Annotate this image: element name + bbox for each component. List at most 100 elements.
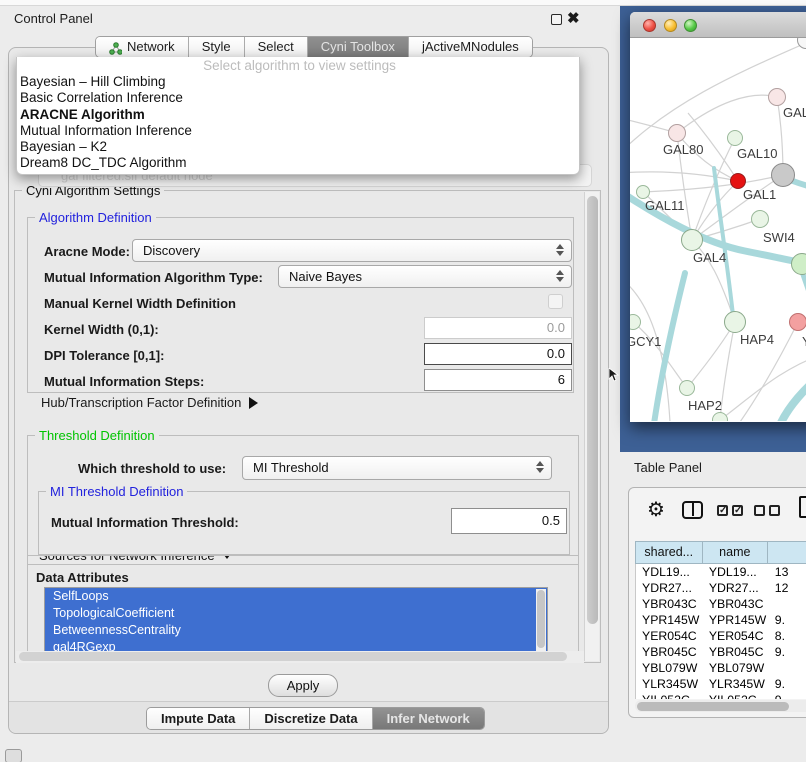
column-header-shared[interactable]: shared... <box>636 542 703 563</box>
table-row[interactable]: YLR345WYLR345W9. <box>636 676 806 692</box>
network-node[interactable] <box>712 412 728 421</box>
float-panel-icon[interactable] <box>551 14 562 25</box>
tab-infer-network[interactable]: Infer Network <box>372 708 484 729</box>
network-canvas[interactable]: GALGAL80GAL10GAL1GAL11GAL4SWI4GCY1HAP4YH… <box>630 38 806 421</box>
tab-network[interactable]: Network <box>96 37 188 57</box>
network-node[interactable] <box>681 229 703 251</box>
column-header-name[interactable]: name <box>703 542 769 563</box>
which-threshold-value: MI Threshold <box>253 460 329 475</box>
tab-select[interactable]: Select <box>244 37 307 57</box>
network-window-titlebar[interactable] <box>630 12 806 38</box>
network-node[interactable] <box>751 210 769 228</box>
mi-type-combo[interactable]: Naive Bayes <box>278 265 572 288</box>
table-row[interactable]: YER054CYER054C8. <box>636 628 806 644</box>
tab-cyni-toolbox[interactable]: Cyni Toolbox <box>307 37 408 57</box>
kernel-width-field[interactable]: 0.0 <box>424 317 572 339</box>
threshold-definition-group: Threshold Definition Which threshold to … <box>27 435 579 565</box>
close-window-icon[interactable] <box>643 19 656 32</box>
attributes-scrollbar-thumb[interactable] <box>537 590 545 648</box>
network-node[interactable] <box>727 130 743 146</box>
tab-jactivemnodules[interactable]: jActiveMNodules <box>408 37 532 57</box>
panel-title: Control Panel <box>14 11 93 26</box>
hub-definition-expander[interactable]: Hub/Transcription Factor Definition <box>41 395 258 410</box>
tab-impute-data[interactable]: Impute Data <box>147 708 249 729</box>
attributes-scrollbar[interactable] <box>536 589 546 653</box>
select-all-checkbox-icon[interactable]: ✓ <box>717 505 728 516</box>
table-horizontal-scrollbar[interactable] <box>635 700 806 712</box>
table-row[interactable]: YPR145WYPR145W9. <box>636 612 806 628</box>
column-header-partial[interactable] <box>768 542 806 563</box>
apply-button[interactable]: Apply <box>268 674 338 697</box>
dropdown-item[interactable]: Bayesian – Hill Climbing <box>17 74 579 90</box>
expand-right-icon <box>249 397 258 409</box>
network-node[interactable] <box>636 185 650 199</box>
bottom-tabbar: Impute Data Discretize Data Infer Networ… <box>146 707 485 730</box>
network-node[interactable] <box>679 380 695 396</box>
data-attributes-list[interactable]: SelfLoopsTopologicalCoefficientBetweenne… <box>44 587 548 653</box>
table-row[interactable]: YDL19...YDL19...13 <box>636 564 806 580</box>
mi-threshold-title: MI Threshold Definition <box>46 484 187 499</box>
dropdown-item[interactable]: Basic Correlation Inference <box>17 90 579 106</box>
algorithm-dropdown-items: Bayesian – Hill ClimbingBasic Correlatio… <box>17 74 579 171</box>
data-attribute-item[interactable]: SelfLoops <box>45 588 547 605</box>
dropdown-item[interactable]: Mutual Information Inference <box>17 123 579 139</box>
gear-icon[interactable]: ⚙ <box>647 497 665 522</box>
network-node-label: HAP4 <box>740 332 774 347</box>
table-cell: YBL079W <box>636 660 703 676</box>
mi-threshold-field[interactable]: 0.5 <box>451 508 567 534</box>
tab-discretize-data[interactable]: Discretize Data <box>249 708 371 729</box>
tab-style[interactable]: Style <box>188 37 244 57</box>
table-toolbar: ⚙ ✓ ✓ <box>629 488 806 536</box>
dropdown-item[interactable]: Bayesian – K2 <box>17 139 579 155</box>
manual-kernel-checkbox[interactable] <box>548 294 563 309</box>
table-row[interactable]: YBR043CYBR043C <box>636 596 806 612</box>
network-node-label: Y <box>802 334 806 349</box>
threshold-definition-title: Threshold Definition <box>35 428 159 443</box>
dpi-tolerance-field[interactable]: 0.0 <box>424 343 572 365</box>
which-threshold-combo[interactable]: MI Threshold <box>242 456 552 480</box>
data-table: shared... name YDL19...YDL19...13YDR27..… <box>635 541 806 699</box>
settings-vertical-scrollbar-thumb[interactable] <box>587 196 598 624</box>
settings-horizontal-scrollbar[interactable] <box>16 651 584 663</box>
network-node[interactable] <box>724 311 746 333</box>
dropdown-item[interactable]: ARACNE Algorithm <box>17 107 579 123</box>
sources-title[interactable]: Sources for Network Inference <box>35 555 237 563</box>
network-node[interactable] <box>768 88 786 106</box>
close-panel-icon[interactable]: ✖ <box>567 9 580 27</box>
select-all-checkbox-icon[interactable]: ✓ <box>732 505 743 516</box>
table-row[interactable]: YBL079WYBL079W <box>636 660 806 676</box>
hub-definition-label: Hub/Transcription Factor Definition <box>41 395 241 410</box>
split-columns-icon[interactable] <box>682 501 703 519</box>
control-panel-tabbar: Network Style Select Cyni Toolbox jActiv… <box>95 36 533 58</box>
data-attributes-label: Data Attributes <box>36 570 129 585</box>
document-icon[interactable] <box>799 496 806 518</box>
table-cell: YER054C <box>636 628 703 644</box>
table-cell: YLR345W <box>703 676 769 692</box>
table-horizontal-scrollbar-thumb[interactable] <box>637 702 789 711</box>
zoom-window-icon[interactable] <box>684 19 697 32</box>
network-node[interactable] <box>791 253 806 275</box>
table-row[interactable]: YDR27...YDR27...12 <box>636 580 806 596</box>
collapsed-panel-icon[interactable] <box>5 749 22 762</box>
spinner-arrows-icon <box>556 270 564 282</box>
table-cell: YDR27... <box>636 580 703 596</box>
algorithm-dropdown: Select algorithm to view settings Bayesi… <box>16 57 580 175</box>
data-attribute-item[interactable]: BetweennessCentrality <box>45 622 547 639</box>
deselect-all-checkbox-icon[interactable] <box>769 505 780 516</box>
table-cell: YIL052C <box>703 692 769 699</box>
network-icon <box>109 41 122 54</box>
minimize-window-icon[interactable] <box>664 19 677 32</box>
data-attribute-item[interactable]: TopologicalCoefficient <box>45 605 547 622</box>
network-node[interactable] <box>789 313 806 331</box>
dropdown-item[interactable]: Dream8 DC_TDC Algorithm <box>17 155 579 171</box>
network-node[interactable] <box>771 163 795 187</box>
deselect-all-checkbox-icon[interactable] <box>754 505 765 516</box>
network-node[interactable] <box>668 124 686 142</box>
table-row[interactable]: YIL052CYIL052C9 <box>636 692 806 699</box>
settings-vertical-scrollbar[interactable] <box>584 192 599 661</box>
settings-horizontal-scrollbar-thumb[interactable] <box>19 652 567 661</box>
aracne-mode-combo[interactable]: Discovery <box>132 239 572 262</box>
mi-steps-field[interactable]: 6 <box>424 369 572 391</box>
spinner-arrows-icon <box>556 244 564 256</box>
table-row[interactable]: YBR045CYBR045C9. <box>636 644 806 660</box>
